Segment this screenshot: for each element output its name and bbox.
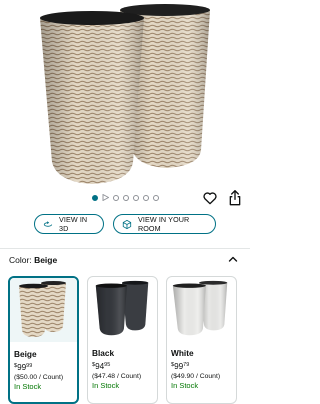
view-in-your-room-label: VIEW IN YOUR ROOM (137, 215, 190, 233)
carousel-dot-1[interactable] (91, 194, 98, 201)
white-planter-thumbnail (172, 280, 228, 336)
view-in-your-room-button[interactable]: VIEW IN YOUR ROOM (113, 214, 216, 234)
product-image[interactable] (0, 0, 250, 188)
option-price: $9999 (14, 363, 33, 373)
option-unit-price: ($49.90 / Count) (171, 373, 221, 381)
option-availability: In Stock (92, 381, 120, 391)
option-availability: In Stock (171, 381, 199, 391)
carousel-dot-5[interactable] (132, 194, 139, 201)
ar-cube-icon (122, 219, 132, 229)
option-unit-price: ($47.48 / Count) (92, 373, 142, 381)
option-availability: In Stock (14, 382, 42, 392)
black-planter-thumbnail (95, 280, 149, 336)
color-label: Color: (9, 255, 32, 265)
color-option-black[interactable]: Black $9495 ($47.48 / Count) In Stock (87, 276, 158, 404)
section-divider (0, 248, 250, 249)
color-option-white[interactable]: White $9979 ($49.90 / Count) In Stock (166, 276, 237, 404)
option-price: $9979 (171, 362, 190, 372)
chevron-up-icon[interactable] (228, 254, 238, 264)
carousel-dot-3[interactable] (112, 194, 119, 201)
heart-icon[interactable] (202, 190, 218, 206)
share-icon[interactable] (227, 189, 243, 207)
option-price: $9495 (92, 362, 111, 372)
play-icon[interactable] (102, 194, 109, 201)
option-name: Black (92, 348, 115, 358)
selected-color-value: Beige (34, 255, 58, 265)
option-name: Beige (14, 349, 37, 359)
rotate-3d-icon (43, 220, 53, 227)
option-unit-price: ($50.00 / Count) (14, 374, 64, 382)
color-selector-label: Color: Beige (9, 255, 57, 265)
color-option-beige[interactable]: Beige $9999 ($50.00 / Count) In Stock (8, 276, 79, 404)
carousel-dot-7[interactable] (152, 194, 159, 201)
carousel-dot-6[interactable] (142, 194, 149, 201)
carousel-dot-4[interactable] (122, 194, 129, 201)
beige-planter-thumbnail (10, 278, 77, 342)
option-name: White (171, 348, 194, 358)
view-in-3d-button[interactable]: VIEW IN 3D (34, 214, 104, 234)
view-in-3d-label: VIEW IN 3D (58, 215, 88, 233)
